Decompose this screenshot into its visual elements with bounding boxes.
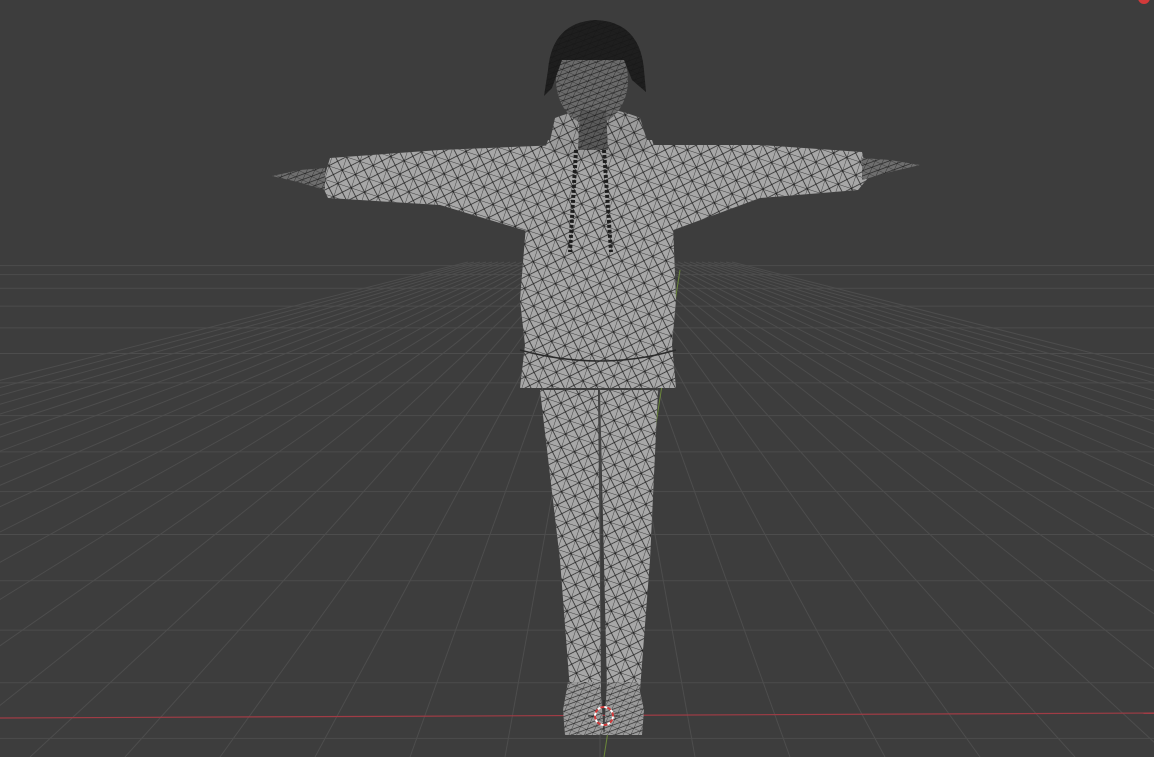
viewport-scene[interactable]	[0, 0, 1154, 757]
hoodie-torso-wire	[520, 140, 676, 388]
right-sleeve-wire	[640, 145, 868, 235]
right-leg-wire	[600, 390, 658, 690]
left-leg-wire	[540, 390, 601, 690]
left-hand-wire	[272, 168, 325, 190]
neck-wire	[578, 110, 608, 150]
corner-indicator-icon	[1138, 0, 1150, 4]
3d-viewport[interactable]	[0, 0, 1154, 757]
right-hand-wire	[862, 158, 920, 180]
character-mesh[interactable]	[272, 20, 920, 735]
left-sleeve-wire	[322, 145, 560, 235]
